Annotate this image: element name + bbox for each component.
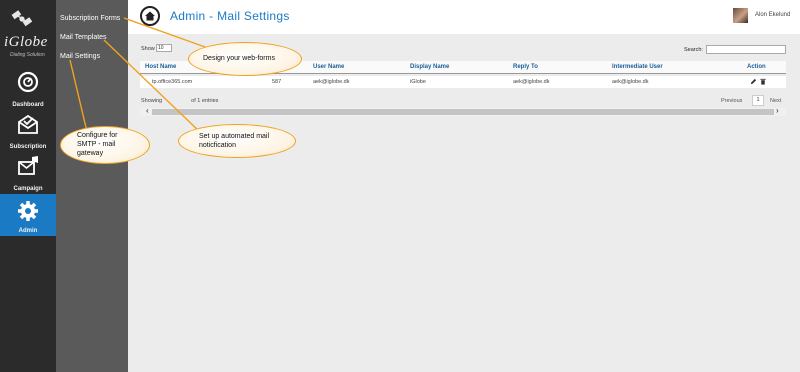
callout-settings-line1: Configure for: [77, 132, 118, 139]
callout-templates-line2: noticfication: [199, 142, 236, 149]
callout-templates-line1: Set up automated mail: [199, 133, 270, 140]
callout-mail-settings: Configure for SMTP - mail gateway: [60, 126, 150, 164]
callout-mail-templates: Set up automated mail noticfication: [178, 124, 296, 158]
callout-design-web-forms: Design your web-forms: [188, 42, 302, 76]
callout-forms-text: Design your web-forms: [203, 55, 275, 62]
callout-pointers: [69, 17, 209, 137]
callout-settings-line2: SMTP - mail: [77, 141, 116, 148]
callout-settings-line3: gateway: [77, 150, 104, 157]
